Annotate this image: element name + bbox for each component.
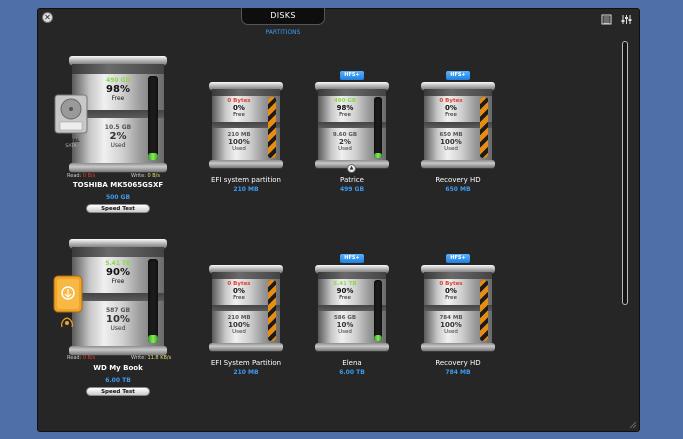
partition-canister[interactable]: 490 GB 98% Free 9.60 GB 2% Used bbox=[315, 82, 389, 168]
partition-level-fill bbox=[374, 153, 382, 158]
partition-capacity: 6.00 TB bbox=[339, 369, 365, 376]
tab-partitions[interactable]: PARTITIONS bbox=[253, 29, 313, 36]
partition-level-window bbox=[268, 97, 276, 158]
eject-icon[interactable]: ▲ bbox=[347, 164, 356, 173]
close-icon[interactable]: ✕ bbox=[42, 12, 53, 23]
partition-used-label: Used bbox=[232, 146, 246, 152]
partition-capacity: 210 MB bbox=[233, 369, 259, 376]
filesystem-badge: HFS+ bbox=[446, 254, 470, 263]
partition-name: Patrice bbox=[340, 176, 364, 184]
partition-canister[interactable]: 0 Bytes 0% Free 210 MB 100% Used bbox=[209, 265, 283, 351]
resize-grip-icon[interactable] bbox=[629, 421, 637, 429]
hard-drive-icon bbox=[54, 94, 88, 134]
partition-free-percent: 0% bbox=[233, 104, 245, 112]
partition-capacity: 499 GB bbox=[339, 186, 365, 193]
partition-free-label: Free bbox=[445, 295, 457, 301]
write-label: Write: bbox=[131, 355, 146, 361]
partition-used-label: Used bbox=[338, 329, 352, 335]
partition-canister[interactable]: 0 Bytes 0% Free 784 MB 100% Used bbox=[421, 265, 495, 351]
partition-canister[interactable]: 5.41 TB 90% Free 586 GB 10% Used bbox=[315, 265, 389, 351]
read-label: Read: bbox=[67, 355, 82, 361]
partition-capacity: 210 MB bbox=[233, 186, 259, 193]
partition-used-percent: 100% bbox=[228, 321, 250, 329]
partition-used-label: Used bbox=[444, 146, 458, 152]
partition-name: EFI system partition bbox=[211, 176, 281, 184]
partition-level-window bbox=[374, 97, 382, 158]
partition-free-label: Free bbox=[233, 295, 245, 301]
partition-full-stripes bbox=[480, 97, 488, 158]
disk-level-window bbox=[148, 259, 158, 343]
write-value: 11.8 KB/s bbox=[147, 355, 172, 361]
speed-test-button[interactable]: Speed Test bbox=[86, 387, 150, 396]
partition-canister[interactable]: 0 Bytes 0% Free 650 MB 100% Used bbox=[421, 82, 495, 168]
partition-free-percent: 90% bbox=[336, 287, 354, 295]
filesystem-badge: HFS+ bbox=[340, 71, 364, 80]
partition-level-fill bbox=[374, 334, 382, 341]
disk-level-fill bbox=[148, 153, 158, 160]
partition-free-label: Free bbox=[445, 112, 457, 118]
write-value: 0 B/s bbox=[147, 173, 160, 179]
partition-canister[interactable]: 0 Bytes 0% Free 210 MB 100% Used bbox=[209, 82, 283, 168]
partition-level-window bbox=[480, 97, 488, 158]
disk-canister[interactable]: 5.41 TB 90% Free 587 GB 10% Used bbox=[69, 239, 167, 355]
partition-used-label: Used bbox=[444, 329, 458, 335]
partition-used-label: Used bbox=[338, 146, 352, 152]
read-label: Read: bbox=[67, 173, 82, 179]
sliders-icon[interactable] bbox=[621, 14, 632, 25]
partition-used-percent: 100% bbox=[440, 138, 462, 146]
partition-free-label: Free bbox=[233, 112, 245, 118]
partition-capacity: 650 MB bbox=[445, 186, 471, 193]
partition-full-stripes bbox=[268, 280, 276, 341]
disk-name: WD My Book bbox=[93, 364, 143, 372]
vertical-scrollbar[interactable] bbox=[622, 41, 628, 305]
read-value: 0 B/s bbox=[82, 355, 96, 361]
write-label: Write: bbox=[131, 173, 146, 179]
partition-free-percent: 0% bbox=[445, 287, 457, 295]
tab-disks[interactable]: DISKS bbox=[241, 8, 325, 25]
partition-capacity: 784 MB bbox=[445, 369, 471, 376]
partition-used-percent: 100% bbox=[440, 321, 462, 329]
filesystem-badge: HFS+ bbox=[446, 71, 470, 80]
firewire-icon bbox=[61, 317, 73, 328]
partition-used-label: Used bbox=[232, 329, 246, 335]
speed-test-button[interactable]: Speed Test bbox=[86, 204, 150, 213]
disk-level-window bbox=[148, 76, 158, 160]
partition-used-percent: 10% bbox=[336, 321, 354, 329]
list-view-icon[interactable] bbox=[601, 14, 612, 25]
drive-icon-label-sata: SATA bbox=[65, 144, 77, 149]
partition-free-label: Free bbox=[339, 295, 351, 301]
filesystem-badge: HFS+ bbox=[340, 254, 364, 263]
partition-used-percent: 100% bbox=[228, 138, 250, 146]
disk-capacity: 6.00 TB bbox=[105, 377, 131, 384]
partition-full-stripes bbox=[480, 280, 488, 341]
partition-free-label: Free bbox=[339, 112, 351, 118]
disk-read-stat: Read: 0 B/s bbox=[67, 173, 95, 179]
disk-name: TOSHIBA MK5065GSXF bbox=[72, 181, 164, 189]
partition-free-percent: 0% bbox=[445, 104, 457, 112]
disk-capacity: 500 GB bbox=[105, 194, 131, 201]
partition-name: Recovery HD bbox=[435, 176, 481, 184]
partition-name: Elena bbox=[342, 359, 362, 367]
disk-read-stat: Read: 0 B/s bbox=[67, 355, 95, 361]
partition-level-window bbox=[374, 280, 382, 341]
disk-level-fill bbox=[148, 334, 158, 343]
partition-level-window bbox=[480, 280, 488, 341]
external-drive-icon bbox=[53, 275, 83, 313]
partition-free-percent: 98% bbox=[336, 104, 354, 112]
partition-used-percent: 2% bbox=[339, 138, 351, 146]
partition-full-stripes bbox=[268, 97, 276, 158]
partition-level-window bbox=[268, 280, 276, 341]
partition-free-percent: 0% bbox=[233, 287, 245, 295]
disk-write-stat: Write: 11.8 KB/s bbox=[131, 355, 171, 361]
partition-name: EFI System Partition bbox=[210, 359, 282, 367]
read-value: 0 B/s bbox=[82, 173, 96, 179]
disks-window: ✕ DISKS PARTITIONS 490 GB 98% Free 10.5 … bbox=[37, 8, 640, 432]
disk-write-stat: Write: 0 B/s bbox=[131, 173, 160, 179]
partition-name: Recovery HD bbox=[435, 359, 481, 367]
